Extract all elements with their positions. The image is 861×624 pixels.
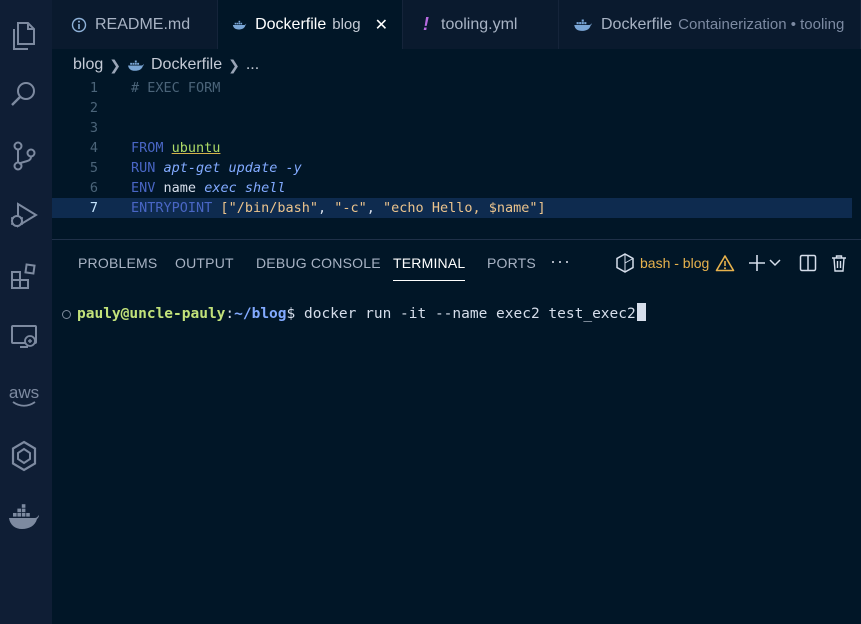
explorer-icon[interactable] — [6, 18, 42, 54]
trash-icon[interactable] — [826, 250, 852, 276]
docker-icon[interactable] — [6, 500, 42, 536]
terminal-separator: : — [225, 306, 235, 322]
tab-debug-console[interactable]: DEBUG CONSOLE — [256, 248, 381, 280]
code-line: 1 # EXEC FORM — [52, 78, 852, 98]
code-keyword: ENTRYPOINT — [131, 200, 213, 216]
search-icon[interactable] — [6, 76, 42, 112]
terminal-selector[interactable]: bash - blog — [616, 250, 735, 276]
docker-icon — [232, 20, 247, 29]
editor-tabs: README.md Dockerfile blog ✕ ! tooling.ym… — [52, 0, 861, 49]
code-bracket: [ — [220, 200, 229, 216]
line-number: 2 — [89, 100, 98, 116]
panel-tabs: PROBLEMS OUTPUT DEBUG CONSOLE TERMINAL P… — [52, 248, 861, 281]
breadcrumb-file[interactable]: Dockerfile — [151, 56, 222, 74]
terminal-name: bash - blog — [640, 255, 710, 271]
exclamation-icon: ! — [423, 14, 429, 34]
panel-divider[interactable] — [52, 239, 861, 240]
tab-output[interactable]: OUTPUT — [175, 248, 234, 280]
close-icon[interactable]: ✕ — [375, 15, 388, 35]
tab-label: tooling.yml — [441, 15, 518, 33]
code-comma: , — [317, 200, 327, 216]
code-image-name: ubuntu — [171, 140, 221, 156]
line-number: 1 — [89, 80, 98, 96]
line-number: 6 — [89, 180, 98, 196]
docker-icon — [128, 60, 144, 71]
run-debug-icon[interactable] — [6, 197, 42, 233]
code-keyword: FROM — [131, 140, 164, 156]
tab-problems[interactable]: PROBLEMS — [78, 248, 157, 280]
code-keyword: ENV — [131, 180, 156, 196]
line-number: 7 — [89, 200, 98, 216]
chevron-down-icon[interactable] — [766, 250, 784, 276]
split-terminal-icon[interactable] — [795, 250, 821, 276]
source-control-icon[interactable] — [6, 138, 42, 174]
tab-ports[interactable]: PORTS — [487, 248, 536, 280]
code-env-value: exec shell — [204, 180, 286, 196]
tab-dockerfile-blog[interactable]: Dockerfile blog ✕ — [218, 0, 403, 49]
breadcrumb: blog ❯ Dockerfile ❯ ... — [73, 54, 259, 76]
kubernetes-icon[interactable] — [6, 438, 42, 474]
code-line: 5 RUN apt-get update -y — [52, 158, 852, 178]
code-line: 3 — [52, 118, 852, 138]
tab-label: README.md — [95, 15, 191, 33]
code-line-current: 7 ENTRYPOINT ["/bin/bash", "-c", "echo H… — [52, 198, 852, 218]
code-env-name: name — [163, 180, 197, 196]
chevron-right-icon: ❯ — [109, 56, 121, 73]
aws-label: aws — [8, 383, 40, 402]
terminal-cursor — [636, 303, 646, 321]
code-comma: , — [366, 200, 375, 216]
breadcrumb-folder[interactable]: blog — [73, 56, 103, 74]
terminal-shell-icon — [616, 253, 634, 273]
line-number: 5 — [89, 160, 98, 176]
code-string: "echo Hello, $name" — [383, 200, 538, 216]
line-number: 4 — [89, 140, 98, 156]
tab-readme[interactable]: README.md — [57, 0, 218, 49]
chevron-right-icon: ❯ — [228, 56, 240, 73]
terminal-command: docker run -it --name exec2 test_exec2 — [295, 306, 636, 322]
activity-bar: aws — [0, 0, 52, 624]
breadcrumb-more[interactable]: ... — [246, 56, 259, 74]
tab-terminal[interactable]: TERMINAL — [393, 248, 466, 281]
code-bracket: ] — [537, 200, 546, 216]
code-command: apt-get update -y — [163, 160, 302, 176]
code-editor[interactable]: 1 # EXEC FORM 2 3 4 FROM ubuntu 5 RUN ap… — [52, 78, 861, 228]
info-icon — [71, 17, 87, 32]
extensions-icon[interactable] — [6, 258, 42, 294]
warning-icon — [715, 255, 735, 272]
code-string: "/bin/bash" — [228, 200, 318, 216]
code-line: 2 — [52, 98, 852, 118]
terminal-user: pauly@uncle-pauly — [77, 306, 226, 322]
code-keyword: RUN — [131, 160, 156, 176]
code-line: 4 FROM ubuntu — [52, 138, 852, 158]
tab-description: Containerization • tooling — [678, 16, 845, 33]
terminal-output[interactable]: pauly@uncle-pauly:~/blog$ docker run -it… — [62, 303, 646, 325]
code-string: "-c" — [334, 200, 367, 216]
tab-label: Dockerfile — [255, 15, 327, 33]
command-status-icon[interactable] — [62, 309, 71, 319]
terminal-prompt: $ — [286, 306, 296, 322]
tab-tooling[interactable]: ! tooling.yml — [403, 0, 559, 49]
tab-description: blog — [332, 16, 361, 33]
remote-explorer-icon[interactable] — [6, 318, 42, 354]
tab-label: Dockerfile — [601, 15, 673, 33]
code-line: 6 ENV name exec shell — [52, 178, 852, 198]
tab-dockerfile-containerization[interactable]: Dockerfile Containerization • tooling — [559, 0, 861, 49]
aws-icon[interactable]: aws — [6, 378, 42, 414]
terminal-path: ~/blog — [234, 306, 287, 322]
more-icon[interactable]: ··· — [550, 248, 571, 278]
line-number: 3 — [89, 120, 98, 136]
code-comment: # EXEC FORM — [131, 80, 221, 96]
docker-icon — [574, 19, 592, 31]
